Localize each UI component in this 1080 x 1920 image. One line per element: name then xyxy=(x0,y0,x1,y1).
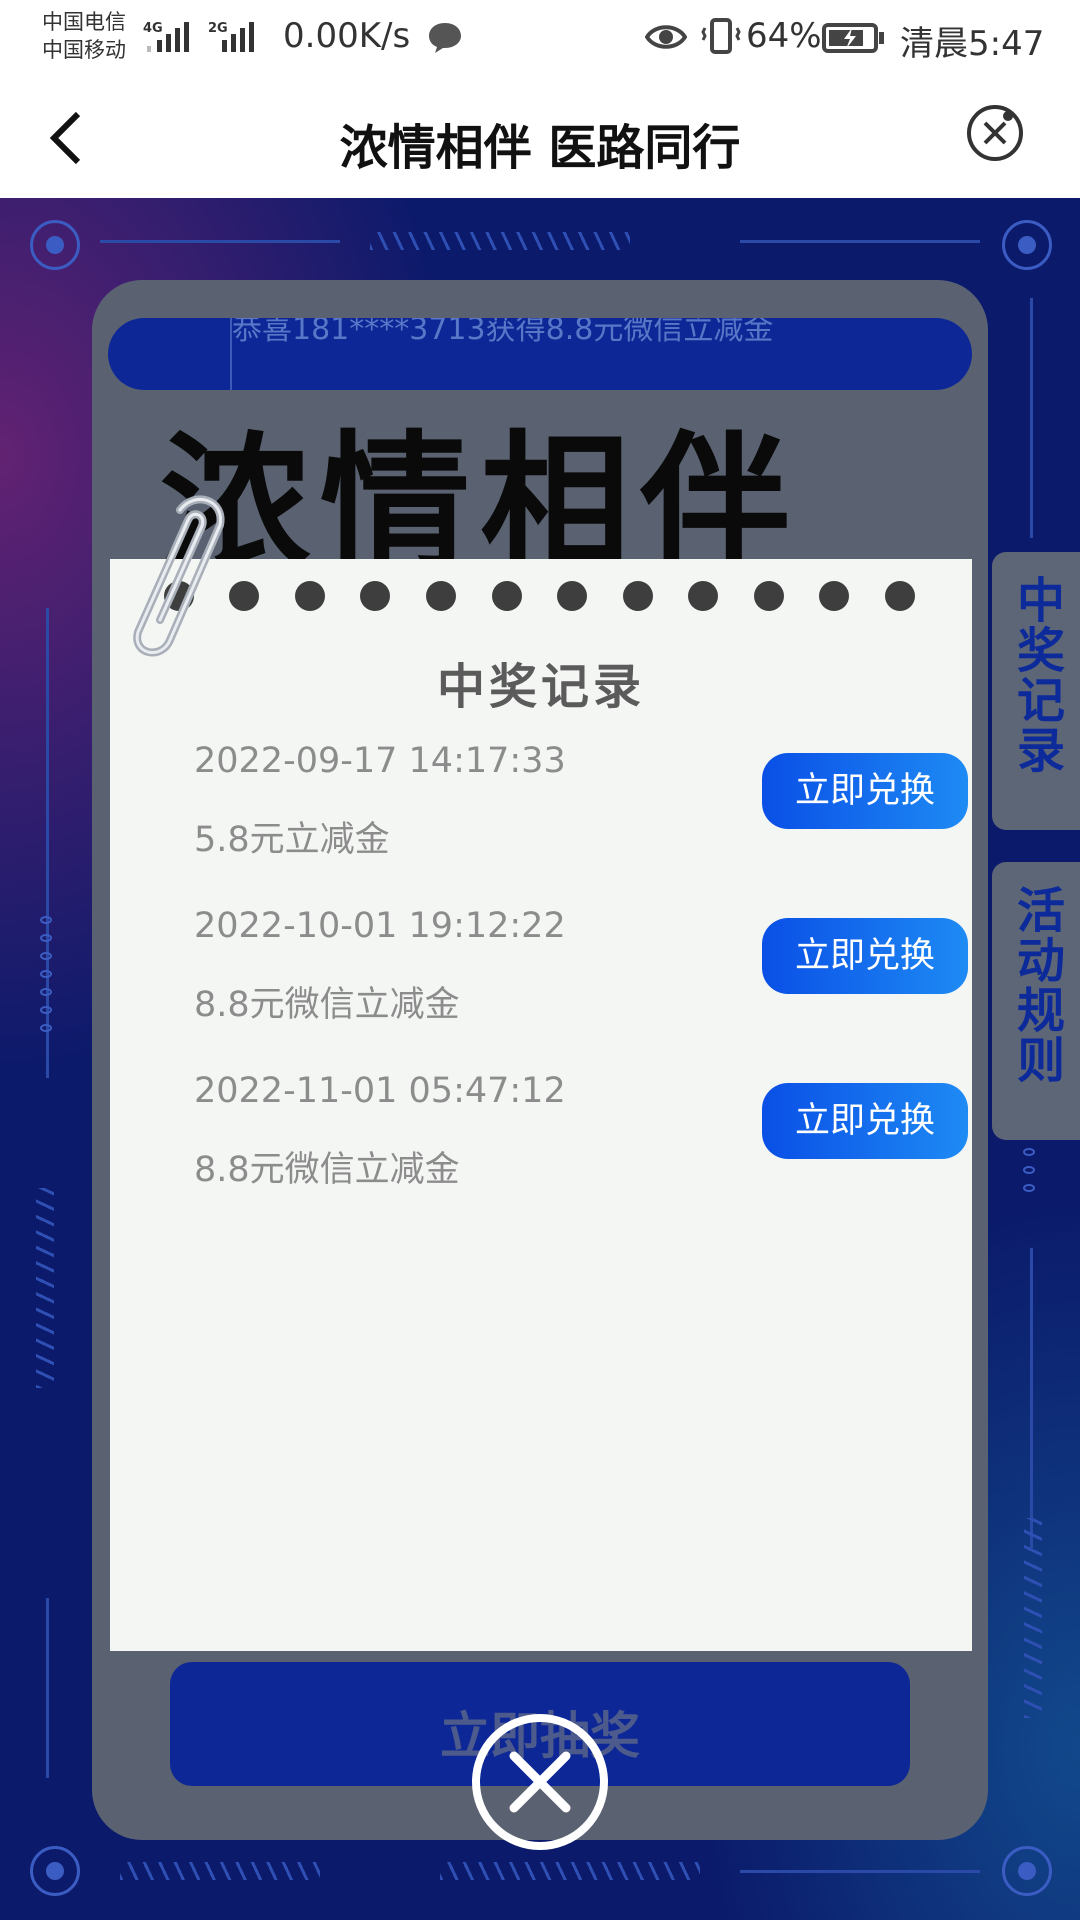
record-prize: 8.8元微信立减金 xyxy=(194,1150,460,1190)
record-time: 2022-11-01 05:47:12 xyxy=(194,1071,566,1111)
binding-hole xyxy=(492,581,522,611)
record-time: 2022-09-17 14:17:33 xyxy=(194,741,566,781)
close-circle-icon xyxy=(967,105,1023,161)
binding-hole xyxy=(754,581,784,611)
record-time: 2022-10-01 19:12:22 xyxy=(194,906,566,946)
decor-line xyxy=(100,240,340,243)
binding-hole xyxy=(557,581,587,611)
decor-hatch xyxy=(36,1188,54,1388)
battery-percent: 64% xyxy=(746,16,822,56)
decor-dots xyxy=(40,916,54,1042)
decor-line xyxy=(1030,298,1033,538)
binding-hole xyxy=(360,581,390,611)
battery-charging-icon xyxy=(822,22,886,58)
page-title: 浓情相伴 医路同行 xyxy=(339,120,741,176)
decor-hatch xyxy=(440,1862,700,1880)
net-1-label: 4G xyxy=(143,21,163,36)
decor-line xyxy=(1030,1248,1033,1548)
carrier-2: 中国移动 xyxy=(42,38,126,62)
close-page-button[interactable] xyxy=(964,102,1026,164)
binding-hole xyxy=(688,581,718,611)
list-item: 2022-10-01 19:12:22 8.8元微信立减金 立即兑换 xyxy=(194,906,968,1036)
status-bar: 中国电信 中国移动 4G 2G 0.00K/s 64% 清晨5:47 xyxy=(0,0,1080,78)
side-tab-label: 活动规则 xyxy=(1016,883,1065,1089)
decor-dots xyxy=(1023,1148,1037,1202)
side-tab-label: 中奖记录 xyxy=(1016,573,1065,779)
binding-hole xyxy=(819,581,849,611)
prize-records-dialog: 中奖记录 2022-09-17 14:17:33 5.8元立减金 立即兑换 20… xyxy=(110,559,972,1651)
decor-ring xyxy=(1002,220,1052,270)
list-item: 2022-11-01 05:47:12 8.8元微信立减金 立即兑换 xyxy=(194,1071,968,1201)
hero-title: 浓情相伴 xyxy=(160,420,801,560)
redeem-button[interactable]: 立即兑换 xyxy=(762,918,968,994)
message-icon xyxy=(426,20,464,60)
decor-ring xyxy=(30,1846,80,1896)
title-bar: 浓情相伴 医路同行 xyxy=(0,78,1080,198)
signal-2g-icon: 2G xyxy=(208,18,264,54)
tab-activity-rules[interactable]: 活动规则 xyxy=(992,862,1080,1140)
clock: 清晨5:47 xyxy=(900,24,1045,64)
decor-line xyxy=(46,1598,49,1778)
binding-hole xyxy=(623,581,653,611)
decor-line xyxy=(740,1870,980,1873)
decor-hatch xyxy=(1024,1518,1042,1718)
binding-hole xyxy=(295,581,325,611)
close-circle-icon xyxy=(472,1714,608,1850)
vibrate-icon xyxy=(700,16,742,62)
ticker-text: 恭喜181****3713获得8.8元微信立减金 xyxy=(232,318,774,347)
signal-4g-icon: 4G xyxy=(143,18,199,54)
carrier-names: 中国电信 中国移动 xyxy=(42,8,126,64)
decor-hatch xyxy=(370,232,630,250)
list-item: 2022-09-17 14:17:33 5.8元立减金 立即兑换 xyxy=(194,741,968,871)
decor-ring xyxy=(30,220,80,270)
net-2-label: 2G xyxy=(208,21,228,36)
net-speed: 0.00K/s xyxy=(283,16,411,56)
carrier-1: 中国电信 xyxy=(42,10,126,34)
tab-prize-records[interactable]: 中奖记录 xyxy=(992,552,1080,830)
paperclip-icon xyxy=(110,480,240,684)
record-prize: 8.8元微信立减金 xyxy=(194,985,460,1025)
decor-hatch xyxy=(120,1862,320,1880)
binding-hole xyxy=(885,581,915,611)
decor-line xyxy=(740,240,980,243)
binding-hole xyxy=(426,581,456,611)
redeem-button[interactable]: 立即兑换 xyxy=(762,753,968,829)
close-dialog-button[interactable] xyxy=(470,1712,610,1852)
record-prize: 5.8元立减金 xyxy=(194,820,390,860)
winner-ticker: 恭喜181****3713获得8.8元微信立减金 xyxy=(108,318,972,390)
redeem-button[interactable]: 立即兑换 xyxy=(762,1083,968,1159)
decor-ring xyxy=(1002,1846,1052,1896)
eye-icon xyxy=(644,20,688,58)
